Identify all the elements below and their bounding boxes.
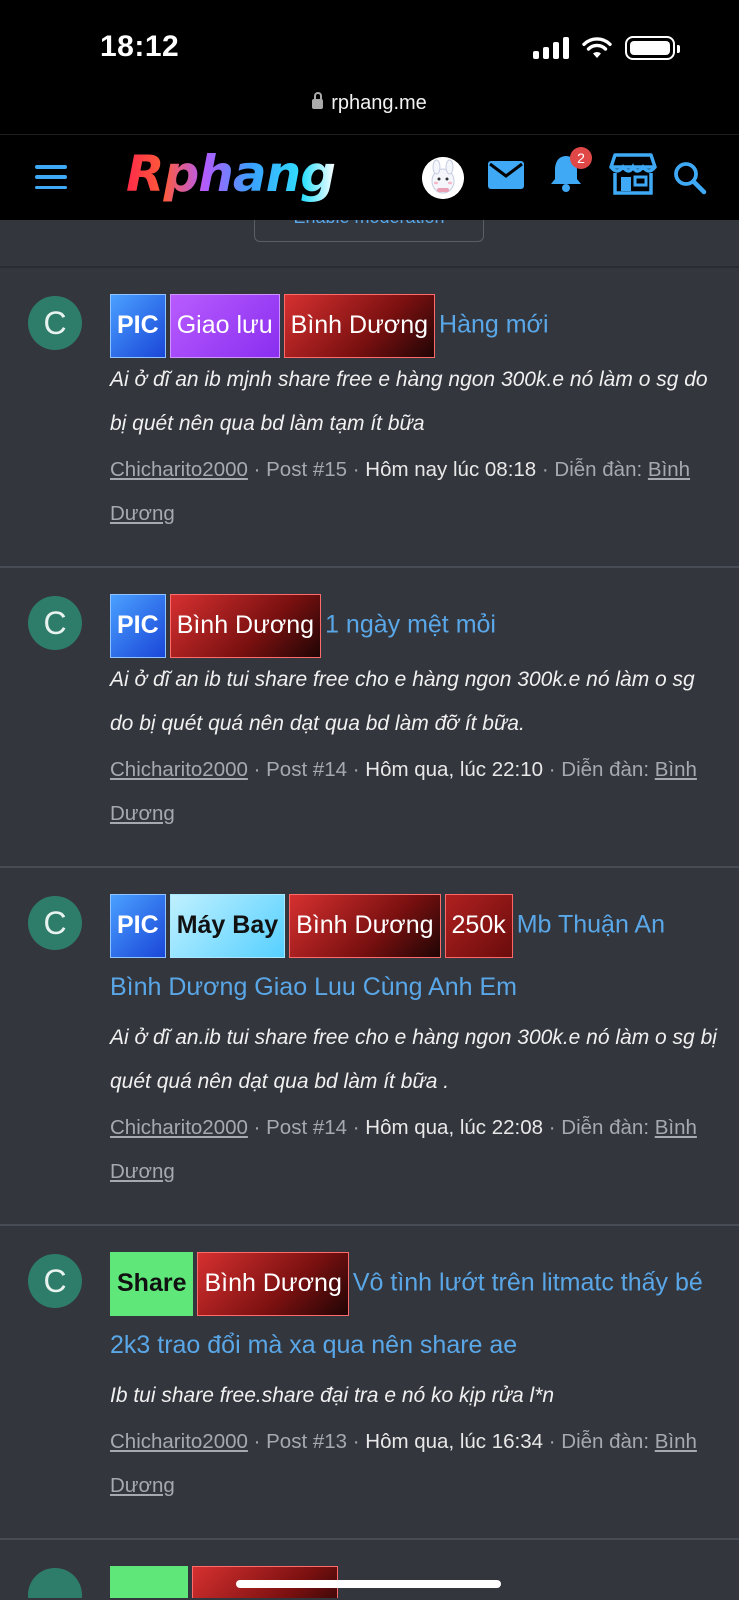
mail-icon[interactable] — [487, 160, 525, 190]
tag-pic[interactable]: PIC — [110, 894, 166, 958]
list-item-partial — [0, 1538, 739, 1598]
notification-badge: 2 — [570, 147, 592, 169]
cellular-signal-icon — [533, 37, 569, 59]
post-date: Hôm qua, lúc 16:34 — [365, 1430, 544, 1453]
search-icon[interactable] — [673, 161, 707, 195]
post-number: Post #15 — [266, 458, 348, 481]
tag-binh-duong[interactable]: Bình Dương — [169, 594, 322, 658]
url-text: rphang.me — [331, 92, 427, 114]
status-bar: 18:12 rphang.me — [0, 0, 739, 134]
tag-pic[interactable]: PIC — [110, 594, 166, 658]
battery-icon — [625, 36, 680, 60]
avatar[interactable]: C — [28, 896, 82, 950]
post-meta: Chicharito2000 · Post #13 · Hôm qua, lúc… — [110, 1430, 697, 1497]
menu-icon[interactable] — [35, 165, 67, 189]
avatar[interactable]: C — [28, 1254, 82, 1308]
tag-share[interactable] — [110, 1566, 188, 1598]
wifi-icon — [582, 37, 612, 58]
tag-share[interactable]: Share — [110, 1252, 194, 1316]
home-indicator[interactable] — [236, 1580, 501, 1588]
lock-icon — [312, 92, 324, 109]
post-snippet: Ai ở dĩ an ib mjnh share free e hàng ngo… — [110, 368, 708, 435]
tag-may-bay[interactable]: Máy Bay — [169, 894, 286, 958]
forum-label: Diễn đàn: — [561, 1430, 650, 1453]
status-icons — [533, 36, 680, 60]
thread-title-link[interactable]: Hàng mới — [439, 311, 549, 339]
avatar[interactable]: C — [28, 296, 82, 350]
avatar[interactable]: C — [28, 596, 82, 650]
list-item: C PIC Máy Bay Bình Dương 250k Mb Thuận An Bì… — [0, 866, 739, 1224]
address-bar[interactable]: rphang.me — [0, 92, 739, 115]
post-number: Post #13 — [266, 1430, 348, 1453]
author-link[interactable]: Chicharito2000 — [110, 1430, 248, 1453]
store-icon[interactable] — [609, 153, 657, 195]
forum-label: Diễn đàn: — [561, 1116, 650, 1139]
tag-binh-duong[interactable]: Bình Dương — [289, 894, 441, 958]
thread-title-link[interactable]: 1 ngày mệt mỏi — [325, 611, 496, 639]
avatar[interactable] — [28, 1568, 82, 1598]
site-header: Rphang 2 — [0, 134, 739, 220]
tag-binh-duong[interactable]: Bình Dương — [283, 294, 436, 358]
post-meta: Chicharito2000 · Post #14 · Hôm qua, lúc… — [110, 1116, 697, 1183]
post-date: Hôm nay lúc 08:18 — [365, 458, 537, 481]
author-link[interactable]: Chicharito2000 — [110, 1116, 248, 1139]
post-number: Post #14 — [266, 1116, 348, 1139]
forum-label: Diễn đàn: — [554, 458, 643, 481]
tag-pic[interactable]: PIC — [110, 294, 166, 358]
tag-250k[interactable]: 250k — [444, 894, 513, 958]
post-snippet: Ib tui share free.share đại tra e nó ko … — [110, 1384, 555, 1407]
list-item: C PIC Giao lưu Bình Dương Hàng mới Ai ở dĩ … — [0, 266, 739, 566]
thread-title-line: PIC Bình Dương 1 ngày mệt mỏi — [110, 594, 717, 658]
post-meta: Chicharito2000 · Post #14 · Hôm qua, lúc… — [110, 758, 697, 825]
list-item: C PIC Bình Dương 1 ngày mệt mỏi Ai ở dĩ an… — [0, 566, 739, 866]
tag-giao-luu[interactable]: Giao lưu — [169, 294, 280, 358]
tag-binh-duong[interactable]: Bình Dương — [197, 1252, 349, 1316]
thread-title-line: Share Bình Dương Vô tình lướt trên litmatc… — [110, 1252, 717, 1374]
post-number: Post #14 — [266, 758, 348, 781]
post-snippet: Ai ở dĩ an.ib tui share free cho e hàng … — [110, 1026, 717, 1093]
avatar-image — [422, 157, 464, 199]
post-date: Hôm qua, lúc 22:10 — [365, 758, 544, 781]
list-item: C Share Bình Dương Vô tình lướt trên litma… — [0, 1224, 739, 1538]
thread-title-line: PIC Máy Bay Bình Dương 250k Mb Thuận An Bình… — [110, 894, 717, 1016]
post-snippet: Ai ở dĩ an ib tui share free cho e hàng … — [110, 668, 695, 735]
author-link[interactable]: Chicharito2000 — [110, 458, 248, 481]
search-results-list: C PIC Giao lưu Bình Dương Hàng mới Ai ở dĩ … — [0, 266, 739, 1598]
site-logo[interactable]: Rphang — [126, 145, 336, 203]
user-avatar[interactable] — [422, 157, 464, 199]
clock: 18:12 — [100, 30, 180, 63]
thread-title-line: PIC Giao lưu Bình Dương Hàng mới — [110, 294, 717, 358]
forum-label: Diễn đàn: — [561, 758, 650, 781]
author-link[interactable]: Chicharito2000 — [110, 758, 248, 781]
post-meta: Chicharito2000 · Post #15 · Hôm nay lúc … — [110, 458, 691, 525]
post-date: Hôm qua, lúc 22:08 — [365, 1116, 544, 1139]
